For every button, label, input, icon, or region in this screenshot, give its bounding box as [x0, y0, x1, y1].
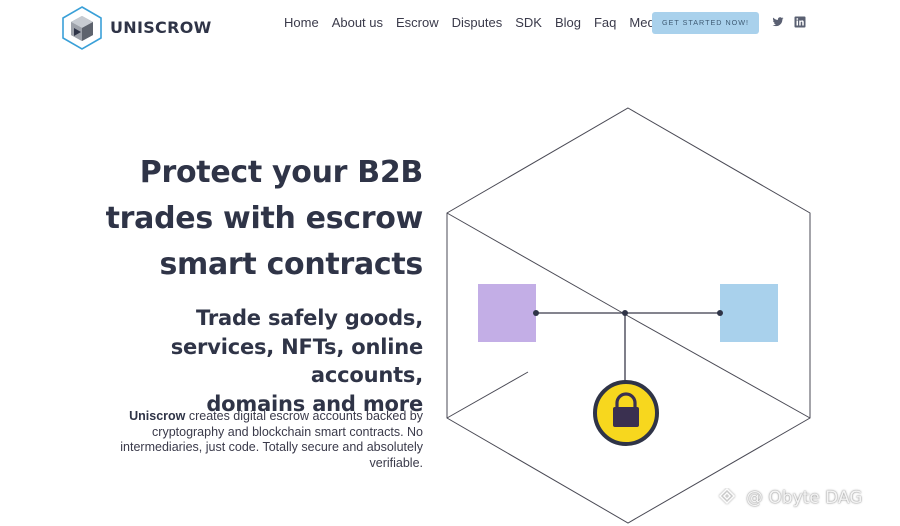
brand-name[interactable]: UNISCROW	[110, 18, 212, 37]
description-brand: Uniscrow	[129, 409, 186, 423]
cube-edge-left	[446, 212, 629, 317]
twitter-icon[interactable]	[772, 16, 784, 28]
main-nav: Home About us Escrow Disputes SDK Blog F…	[284, 16, 678, 30]
hero-title-line: trades with escrow	[105, 201, 424, 236]
hero-subtitle-line: services, NFTs, online accounts,	[170, 334, 423, 388]
hero-subtitle: Trade safely goods, services, NFTs, onli…	[63, 304, 423, 418]
party-right-box	[720, 284, 778, 342]
hero-title: Protect your B2B trades with escrow smar…	[103, 150, 424, 288]
nav-disputes[interactable]: Disputes	[452, 16, 503, 30]
nav-sdk[interactable]: SDK	[515, 16, 542, 30]
lock-icon	[593, 380, 659, 446]
uniscrow-logo-icon[interactable]	[60, 6, 104, 50]
linkedin-icon[interactable]	[794, 16, 806, 28]
watermark-text: @ Obyte DAG	[746, 488, 863, 508]
hero-description: Uniscrow creates digital escrow accounts…	[83, 409, 423, 471]
hero-title-line: smart contracts	[159, 247, 423, 282]
obyte-logo-icon	[717, 488, 737, 505]
nav-faq[interactable]: Faq	[594, 16, 616, 30]
cube-edge-bottom-left	[446, 371, 529, 419]
hero-subtitle-line: Trade safely goods,	[196, 306, 423, 330]
nav-escrow[interactable]: Escrow	[396, 16, 439, 30]
hero-title-line: Protect your B2B	[139, 155, 424, 190]
nav-home[interactable]: Home	[284, 16, 319, 30]
party-left-box	[478, 284, 536, 342]
nav-about-us[interactable]: About us	[332, 16, 383, 30]
nav-blog[interactable]: Blog	[555, 16, 581, 30]
watermark: @ Obyte DAG	[714, 488, 862, 508]
get-started-button[interactable]: GET STARTED NOW!	[652, 12, 759, 34]
escrow-cube-illustration	[446, 107, 811, 524]
